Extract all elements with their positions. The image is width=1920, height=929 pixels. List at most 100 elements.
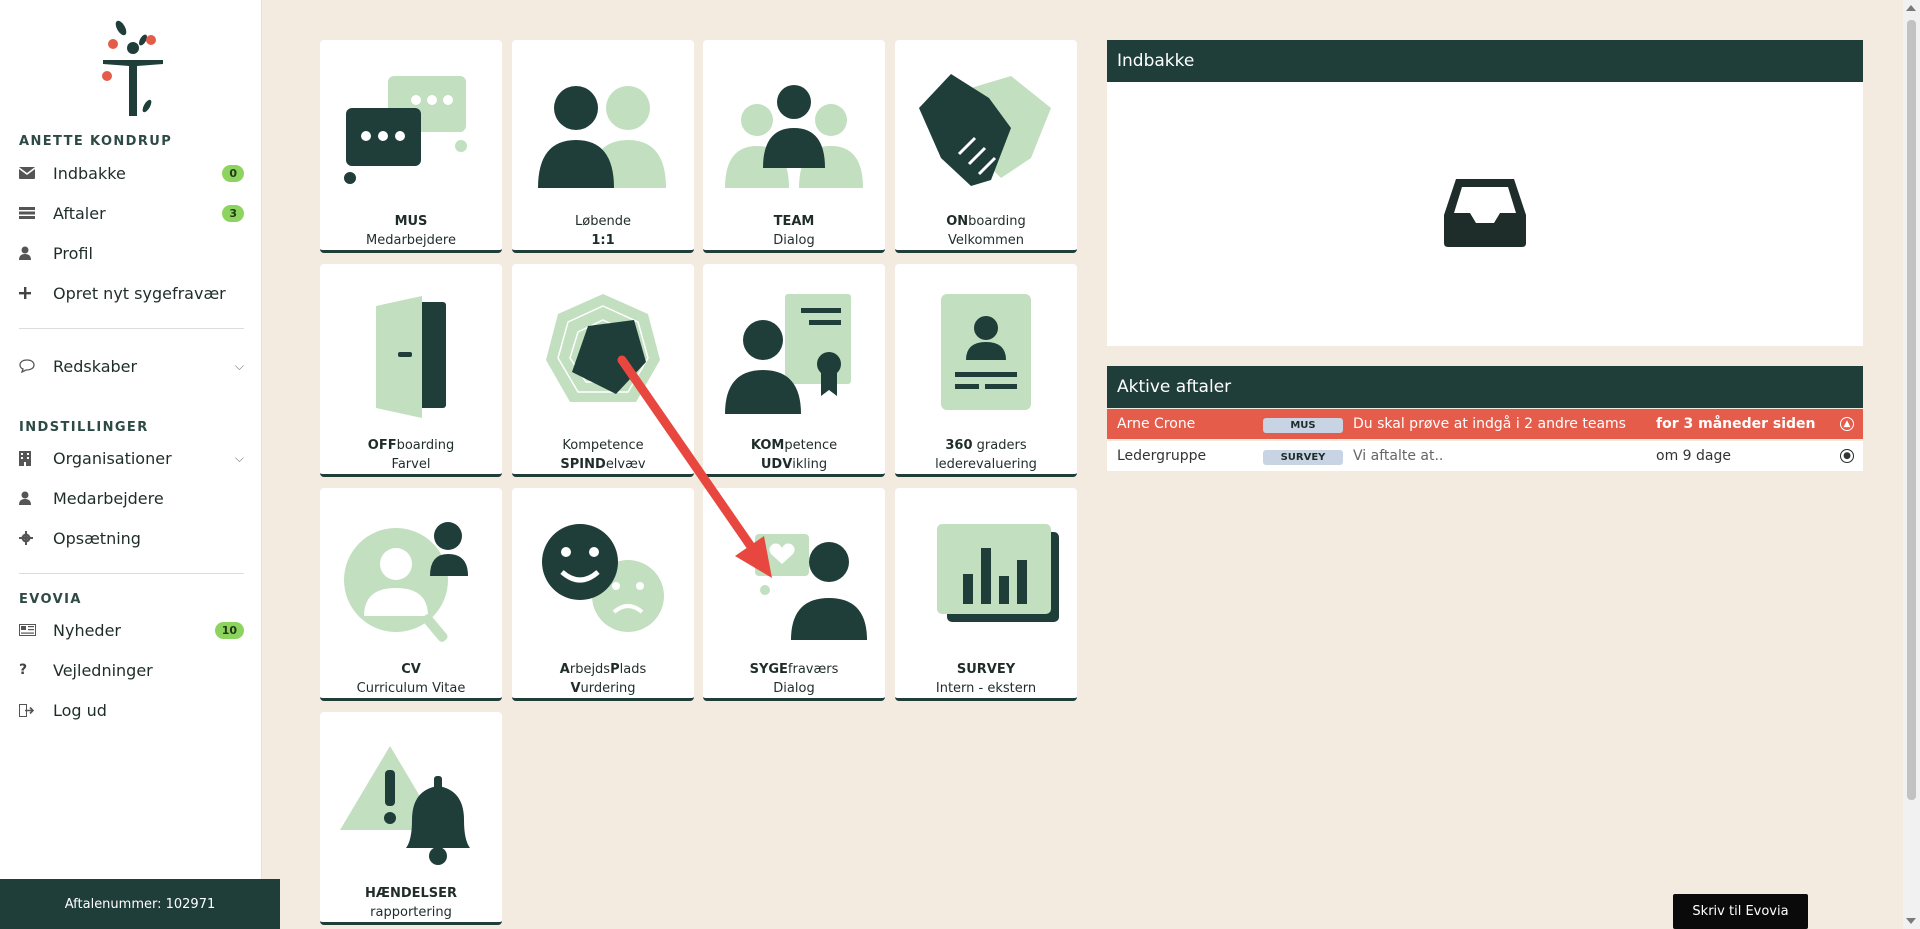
tile-incidents[interactable]: HÆNDELSER rapportering [320,712,502,925]
certificate-icon [725,294,851,414]
sidebar-item-employees[interactable]: Medarbejdere [19,482,244,514]
id-card-icon [941,294,1031,410]
dot-circle-icon[interactable]: ● [1840,449,1854,463]
spider-web-icon [546,294,660,402]
sidebar-item-profile[interactable]: Profil [19,237,244,269]
tile-ongoing-1-1[interactable]: Løbende 1:1 [512,40,694,253]
tile-title-bold: A [559,662,570,677]
chevron-down-icon: ⌵ [234,450,244,465]
tile-subtitle-bold: V [570,681,581,696]
write-to-evovia-button[interactable]: Skriv til Evovia [1673,894,1808,929]
person-search-icon [344,522,468,642]
plus-icon [19,287,53,299]
settings-section-header: INDSTILLINGER [19,420,149,435]
appointment-message: Vi aftalte at.. [1353,448,1444,464]
sick-dialog-icon [755,534,867,640]
tile-subtitle: rapportering [370,905,452,920]
sidebar-item-tools[interactable]: Redskaber ⌵ [19,350,244,382]
tile-title: fraværs [787,662,839,677]
tile-title: Kompetence [562,438,644,453]
tile-sick-leave-dialog[interactable]: SYGEfraværs Dialog [703,488,885,701]
tile-title: boarding [968,214,1026,229]
evovia-section-header: EVOVIA [19,592,82,607]
appointment-due: for 3 måneder siden [1656,416,1816,432]
tile-subtitle: Medarbejdere [366,233,456,248]
envelope-icon [19,167,53,179]
chevron-down-icon: ⌵ [234,358,244,373]
sidebar-item-label: Nyheder [53,620,121,640]
two-people-icon [538,86,666,188]
tile-subtitle: Dialog [773,681,815,696]
chat-bubble-icon [19,359,53,373]
scrollbar-thumb[interactable] [1907,20,1916,800]
tile-onboarding[interactable]: ONboarding Velkommen [895,40,1077,253]
tile-title-bold: SYGE [749,662,788,677]
sidebar-divider [19,573,244,574]
sidebar-item-label: Indbakke [53,163,126,183]
sidebar-item-label: Vejledninger [53,660,153,680]
user-name: ANETTE KONDRUP [19,134,173,149]
appointment-row[interactable]: Ledergruppe SURVEY Vi aftalte at.. om 9 … [1107,441,1863,471]
appointment-type-badge: SURVEY [1263,450,1343,465]
tile-mus[interactable]: MUS Medarbejdere [320,40,502,253]
tile-subtitle: Farvel [391,457,431,472]
tile-competence-web[interactable]: Kompetence SPINDelvæv [512,264,694,477]
inbox-count-badge: 0 [222,164,244,182]
tile-360-evaluation[interactable]: 360 graders lederevaluering [895,264,1077,477]
sidebar-item-news[interactable]: Nyheder 10 [19,614,244,646]
inbox-tray-icon [1444,179,1526,247]
sidebar-item-logout[interactable]: Log ud [19,694,244,726]
gear-icon [19,531,53,545]
tile-subtitle: Intern - ekstern [935,681,1037,696]
sidebar: ANETTE KONDRUP Indbakke 0 Aftaler 3 Prof… [0,0,262,929]
appointment-name: Arne Crone [1117,416,1196,432]
vertical-scrollbar[interactable] [1903,0,1920,929]
appointment-type-badge: MUS [1263,418,1343,433]
tile-title-bold: MUS [394,214,428,229]
newspaper-icon [19,624,53,636]
list-icon [19,207,53,219]
sidebar-item-guides[interactable]: ? Vejledninger [19,654,244,686]
tile-title-bold: KOM [750,438,785,453]
scroll-up-arrow-icon[interactable] [1906,5,1916,11]
agreement-number-footer: Aftalenummer: 102971 [0,879,280,929]
evovia-logo[interactable] [93,16,173,116]
appointments-panel-title: Aktive aftaler [1107,366,1863,408]
scroll-down-arrow-icon[interactable] [1906,918,1916,924]
inbox-panel-title: Indbakke [1107,40,1863,82]
sidebar-item-label: Aftaler [53,203,106,223]
sidebar-item-label: Opret nyt sygefravær [53,283,226,303]
appointment-row[interactable]: Arne Crone MUS Du skal prøve at indgå i … [1107,409,1863,439]
tile-subtitle: Dialog [773,233,815,248]
logout-icon [19,703,53,717]
tile-survey[interactable]: SURVEY Intern - ekstern [895,488,1077,701]
tile-subtitle: lederevaluering [935,457,1037,472]
sidebar-item-inbox[interactable]: Indbakke 0 [19,157,244,189]
tile-subtitle: ikling [792,457,828,472]
tile-offboarding[interactable]: OFFboarding Farvel [320,264,502,477]
user-icon [19,491,53,505]
door-icon [376,296,446,418]
sidebar-item-organisations[interactable]: Organisationer ⌵ [19,442,244,474]
arrow-up-circle-icon[interactable]: ▲ [1840,417,1854,431]
sidebar-item-appointments[interactable]: Aftaler 3 [19,197,244,229]
tile-team[interactable]: TEAM Dialog [703,40,885,253]
sidebar-item-new-sick-leave[interactable]: Opret nyt sygefravær [19,277,244,309]
sidebar-item-label: Log ud [53,700,107,720]
sidebar-item-setup[interactable]: Opsætning [19,522,244,554]
tile-title-bold: 360 [945,438,973,453]
bar-chart-icon [937,524,1059,622]
tile-title: lads [619,662,647,677]
tile-title-bold: TEAM [773,214,815,229]
tile-subtitle-bold: 1:1 [591,233,615,248]
appointment-message: Du skal prøve at indgå i 2 andre teams [1353,416,1626,432]
appointment-due: om 9 dage [1656,448,1731,464]
sidebar-item-label: Profil [53,243,93,263]
warning-bell-icon [340,746,470,865]
tile-competence-development[interactable]: KOMpetence UDVikling [703,264,885,477]
team-icon [725,85,863,188]
question-icon: ? [19,662,28,678]
tile-title: rbejds [569,662,611,677]
tile-workplace-assessment[interactable]: ArbejdsPlads Vurdering [512,488,694,701]
tile-cv[interactable]: CV Curriculum Vitae [320,488,502,701]
